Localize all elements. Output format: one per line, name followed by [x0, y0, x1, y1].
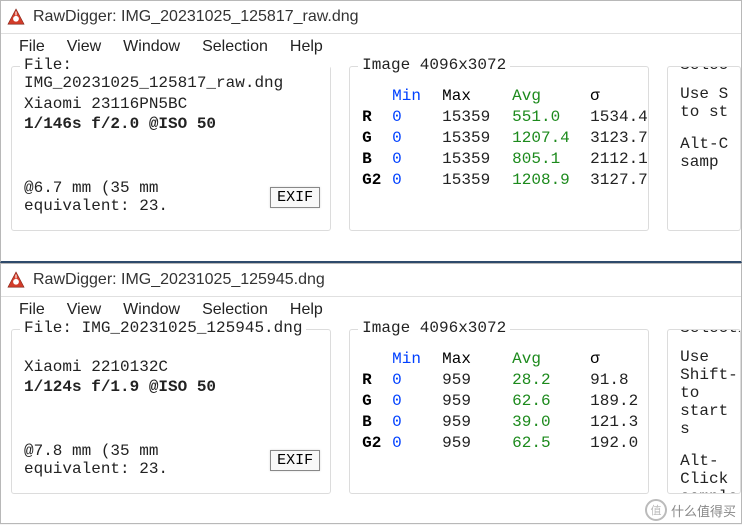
max-value: 959: [442, 434, 512, 452]
file-legend: File: IMG_20231025_125817_raw.dng: [20, 56, 330, 92]
max-value: 959: [442, 371, 512, 389]
selection-panel: Selec Use Sto st Alt-Csamp: [667, 66, 741, 231]
channel-label: G2: [362, 434, 392, 452]
max-value: 959: [442, 413, 512, 431]
selection-legend: Selec: [676, 66, 732, 74]
min-value: 0: [392, 371, 442, 389]
min-value: 0: [392, 434, 442, 452]
selection-panel: Selection/Use Shift-to start s Alt-Clicks…: [667, 329, 741, 494]
min-value: 0: [392, 108, 442, 126]
col-min: Min: [392, 350, 442, 368]
avg-value: 62.6: [512, 392, 590, 410]
avg-value: 551.0: [512, 108, 590, 126]
col-max: Max: [442, 87, 512, 105]
app-window: RawDigger: IMG_20231025_125945.dng FileVi…: [0, 263, 742, 524]
max-value: 15359: [442, 171, 512, 189]
window-title: RawDigger: IMG_20231025_125945.dng: [33, 271, 325, 289]
stats-table: MinMaxAvgσR015359551.01534.4G0153591207.…: [362, 87, 638, 189]
exposure-info: 1/146s f/2.0 @ISO 50: [24, 115, 320, 133]
stats-table: MinMaxAvgσR095928.291.8G095962.6189.2B09…: [362, 350, 638, 452]
channel-label: G: [362, 392, 392, 410]
col-avg: Avg: [512, 350, 590, 368]
menu-item[interactable]: Selection: [192, 299, 278, 321]
max-value: 959: [442, 392, 512, 410]
avg-value: 28.2: [512, 371, 590, 389]
app-window: RawDigger: IMG_20231025_125817_raw.dng Fi…: [0, 0, 742, 263]
selection-legend: Selection/: [676, 329, 741, 337]
menu-item[interactable]: Window: [113, 36, 190, 58]
col-max: Max: [442, 350, 512, 368]
channel-label: B: [362, 150, 392, 168]
focal-length: @7.8 mm (35 mm equivalent: 23.: [24, 442, 268, 478]
avg-value: 1208.9: [512, 171, 590, 189]
selection-hint: Use S: [680, 85, 730, 103]
camera-model: Xiaomi 23116PN5BC: [24, 95, 320, 113]
max-value: 15359: [442, 129, 512, 147]
channel-label: R: [362, 108, 392, 126]
selection-hint: Use Shift-: [680, 348, 730, 384]
sigma-value: 121.3: [590, 413, 655, 431]
exif-button[interactable]: EXIF: [270, 187, 320, 208]
exposure-info: 1/124s f/1.9 @ISO 50: [24, 378, 320, 396]
image-stats-panel: Image 4096x3072MinMaxAvgσR095928.291.8G0…: [349, 329, 649, 494]
col-sigma: σ: [590, 87, 655, 105]
max-value: 15359: [442, 150, 512, 168]
app-icon: [7, 271, 25, 289]
menu-item[interactable]: Help: [280, 36, 333, 58]
sigma-value: 3123.7: [590, 129, 655, 147]
image-legend: Image 4096x3072: [358, 56, 510, 74]
menu-item[interactable]: File: [9, 36, 55, 58]
col-avg: Avg: [512, 87, 590, 105]
min-value: 0: [392, 392, 442, 410]
menu-item[interactable]: Help: [280, 299, 333, 321]
menu-item[interactable]: Window: [113, 299, 190, 321]
min-value: 0: [392, 129, 442, 147]
title-bar: RawDigger: IMG_20231025_125945.dng: [1, 264, 741, 297]
focal-length: @6.7 mm (35 mm equivalent: 23.: [24, 179, 268, 215]
exif-button[interactable]: EXIF: [270, 450, 320, 471]
sigma-value: 192.0: [590, 434, 655, 452]
max-value: 15359: [442, 108, 512, 126]
selection-hint: Alt-C: [680, 135, 730, 153]
min-value: 0: [392, 150, 442, 168]
avg-value: 805.1: [512, 150, 590, 168]
watermark-icon: 值: [645, 499, 667, 521]
selection-hint: to start s: [680, 384, 730, 438]
min-value: 0: [392, 413, 442, 431]
image-stats-panel: Image 4096x3072MinMaxAvgσR015359551.0153…: [349, 66, 649, 231]
selection-hint: samp: [680, 153, 730, 171]
watermark: 值 什么值得买: [645, 499, 736, 521]
channel-label: G: [362, 129, 392, 147]
selection-hint: Alt-Click: [680, 452, 730, 488]
sigma-value: 91.8: [590, 371, 655, 389]
file-panel: File: IMG_20231025_125945.dngXiaomi 2210…: [11, 329, 331, 494]
image-legend: Image 4096x3072: [358, 319, 510, 337]
avg-value: 1207.4: [512, 129, 590, 147]
col-sigma: σ: [590, 350, 655, 368]
menu-item[interactable]: View: [57, 36, 111, 58]
sigma-value: 3127.7: [590, 171, 655, 189]
selection-hint: sample: [680, 488, 730, 494]
channel-label: R: [362, 371, 392, 389]
min-value: 0: [392, 171, 442, 189]
col-min: Min: [392, 87, 442, 105]
file-legend: File: IMG_20231025_125945.dng: [20, 319, 306, 337]
watermark-text: 什么值得买: [671, 501, 736, 520]
selection-hint: to st: [680, 103, 730, 121]
sigma-value: 2112.1: [590, 150, 655, 168]
sigma-value: 189.2: [590, 392, 655, 410]
avg-value: 39.0: [512, 413, 590, 431]
app-icon: [7, 8, 25, 26]
menu-item[interactable]: View: [57, 299, 111, 321]
menu-item[interactable]: Selection: [192, 36, 278, 58]
camera-model: Xiaomi 2210132C: [24, 358, 320, 376]
avg-value: 62.5: [512, 434, 590, 452]
window-title: RawDigger: IMG_20231025_125817_raw.dng: [33, 8, 359, 26]
channel-label: B: [362, 413, 392, 431]
title-bar: RawDigger: IMG_20231025_125817_raw.dng: [1, 1, 741, 34]
channel-label: G2: [362, 171, 392, 189]
file-panel: File: IMG_20231025_125817_raw.dngXiaomi …: [11, 66, 331, 231]
sigma-value: 1534.4: [590, 108, 655, 126]
menu-item[interactable]: File: [9, 299, 55, 321]
